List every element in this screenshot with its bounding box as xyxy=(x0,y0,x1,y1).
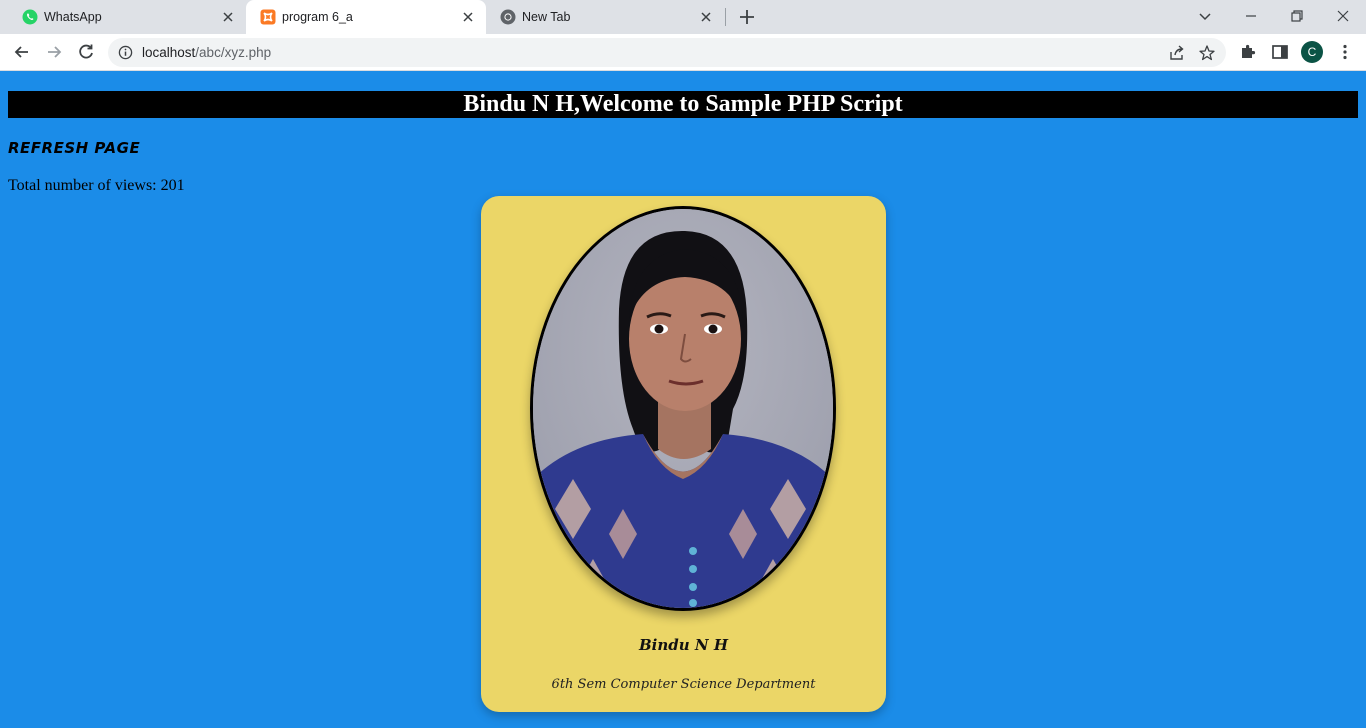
tab-title: New Tab xyxy=(522,10,571,24)
back-arrow-icon[interactable] xyxy=(12,42,32,62)
bookmark-star-icon[interactable] xyxy=(1198,44,1216,62)
card-department: 6th Sem Computer Science Department xyxy=(551,677,816,692)
tab-new-tab[interactable]: New Tab xyxy=(486,0,724,34)
menu-kebab-icon[interactable] xyxy=(1335,42,1355,62)
browser-toolbar: localhost/abc/xyz.php C xyxy=(0,34,1366,71)
tab-title: program 6_a xyxy=(282,10,353,24)
tab-program-6a[interactable]: program 6_a xyxy=(246,0,486,34)
restore-icon[interactable] xyxy=(1286,5,1308,27)
page-title: Bindu N H,Welcome to Sample PHP Script xyxy=(8,91,1358,118)
xampp-icon xyxy=(260,9,276,25)
new-tab-icon[interactable] xyxy=(736,6,758,28)
share-icon[interactable] xyxy=(1168,44,1186,62)
profile-card: Bindu N H 6th Sem Computer Science Depar… xyxy=(481,196,886,712)
tab-title: WhatsApp xyxy=(44,10,102,24)
tab-strip: WhatsApp program 6_a New Tab xyxy=(0,0,1366,34)
tab-search-icon[interactable] xyxy=(1194,5,1216,27)
url-path: /abc/xyz.php xyxy=(195,45,272,60)
refresh-page-link[interactable]: REFRESH PAGE xyxy=(8,139,140,157)
side-panel-icon[interactable] xyxy=(1270,42,1290,62)
info-icon[interactable] xyxy=(118,45,133,60)
profile-avatar[interactable]: C xyxy=(1301,41,1323,63)
address-bar[interactable]: localhost/abc/xyz.php xyxy=(108,38,1226,67)
card-name: Bindu N H xyxy=(638,636,728,654)
close-icon[interactable] xyxy=(220,9,236,25)
url-text[interactable]: localhost/abc/xyz.php xyxy=(142,45,271,60)
whatsapp-icon xyxy=(22,9,38,25)
close-icon[interactable] xyxy=(698,9,714,25)
profile-photo xyxy=(530,206,836,611)
extensions-puzzle-icon[interactable] xyxy=(1238,42,1258,62)
forward-arrow-icon[interactable] xyxy=(44,42,64,62)
tab-separator xyxy=(725,8,726,26)
url-host: localhost xyxy=(142,45,196,60)
close-window-icon[interactable] xyxy=(1332,5,1354,27)
reload-icon[interactable] xyxy=(76,42,96,62)
close-icon[interactable] xyxy=(460,9,476,25)
minimize-icon[interactable] xyxy=(1240,5,1262,27)
view-counter-text: Total number of views: 201 xyxy=(8,177,185,194)
tab-whatsapp[interactable]: WhatsApp xyxy=(8,0,246,34)
chrome-icon xyxy=(500,9,516,25)
